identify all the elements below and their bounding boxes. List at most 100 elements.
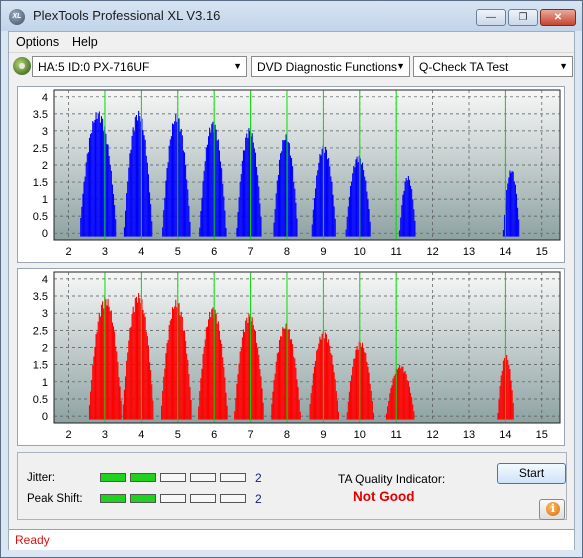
data-bar	[222, 183, 224, 237]
title-bar[interactable]: XL PlexTools Professional XL V3.16 — ❐ ✕	[1, 1, 582, 31]
data-bar	[316, 350, 318, 420]
data-bar	[162, 390, 164, 420]
data-bar	[151, 384, 153, 420]
data-bar	[406, 380, 408, 420]
data-bar	[210, 317, 212, 420]
data-bar	[83, 181, 85, 237]
data-bar	[111, 322, 113, 420]
info-button[interactable]: i	[539, 499, 565, 520]
data-bar	[105, 299, 107, 420]
data-bar	[511, 390, 513, 420]
data-bar	[200, 378, 202, 420]
data-bar	[223, 367, 225, 420]
test-select[interactable]: Q-Check TA Test ▼	[413, 56, 573, 77]
data-bar	[161, 405, 163, 420]
x-tick-label: 12	[426, 429, 438, 441]
data-bar	[370, 390, 372, 420]
test-select-value: Q-Check TA Test	[419, 60, 509, 74]
x-tick-label: 5	[175, 246, 181, 258]
data-bar	[240, 174, 242, 237]
data-bar	[126, 193, 128, 237]
x-tick-label: 15	[536, 246, 548, 258]
data-bar	[94, 119, 96, 237]
data-bar	[212, 121, 214, 237]
x-tick-label: 13	[463, 246, 475, 258]
data-bar	[126, 360, 128, 420]
y-tick-label: 1	[42, 194, 48, 206]
x-tick-label: 2	[65, 429, 71, 441]
data-bar	[261, 388, 263, 420]
data-bar	[246, 317, 248, 420]
data-bar	[202, 353, 204, 420]
start-button[interactable]: Start	[497, 463, 566, 484]
data-bar	[248, 128, 250, 237]
function-select[interactable]: DVD Diagnostic Functions ▼	[251, 56, 410, 77]
data-bar	[285, 134, 287, 237]
data-bar	[80, 217, 82, 237]
data-bar	[168, 145, 170, 237]
data-bar	[348, 391, 350, 420]
data-bar	[146, 336, 148, 420]
data-bar	[254, 330, 257, 420]
data-bar	[221, 343, 223, 420]
menu-help[interactable]: Help	[72, 35, 98, 49]
data-bar	[169, 320, 171, 420]
data-bar	[109, 311, 111, 420]
data-bar	[258, 354, 260, 420]
data-bar	[252, 325, 254, 420]
data-bar	[189, 221, 191, 237]
data-bar	[366, 361, 368, 420]
data-bar	[513, 181, 515, 237]
x-tick-label: 3	[102, 429, 108, 441]
data-bar	[323, 338, 325, 420]
data-bar	[130, 149, 132, 237]
maximize-button[interactable]: ❐	[508, 9, 538, 26]
data-bar	[388, 400, 390, 420]
data-bar	[114, 204, 116, 237]
x-tick-label: 10	[354, 429, 366, 441]
y-tick-label: 0.5	[33, 211, 48, 223]
jitter-meter-segment	[100, 473, 126, 482]
data-bar	[404, 181, 406, 237]
data-bar	[210, 132, 212, 237]
data-bar	[186, 179, 188, 237]
data-bar	[391, 385, 393, 420]
data-bar	[133, 312, 135, 420]
data-bar	[183, 152, 186, 237]
data-bar	[251, 133, 253, 237]
data-bar	[215, 129, 217, 237]
data-bar	[348, 196, 350, 237]
data-bar	[107, 298, 109, 420]
x-tick-label: 8	[284, 429, 290, 441]
data-bar	[327, 159, 329, 237]
x-tick-label: 2	[65, 246, 71, 258]
data-bar	[145, 155, 147, 237]
data-bar	[142, 309, 144, 420]
data-bar	[108, 306, 110, 420]
close-button[interactable]: ✕	[540, 9, 576, 26]
data-bar	[199, 227, 201, 237]
data-bar	[150, 204, 152, 237]
data-bar	[277, 174, 279, 237]
x-tick-label: 3	[102, 246, 108, 258]
data-bar	[319, 336, 321, 420]
data-bar	[503, 358, 506, 420]
drive-select[interactable]: HA:5 ID:0 PX-716UF ▼	[32, 56, 247, 77]
data-bar	[96, 118, 98, 237]
disc-drive-icon	[13, 57, 31, 75]
minimize-button[interactable]: —	[476, 9, 506, 26]
data-bar	[295, 367, 297, 420]
data-bar	[336, 400, 338, 420]
data-bar	[182, 330, 184, 420]
menu-options[interactable]: Options	[16, 35, 59, 49]
data-bar	[142, 129, 144, 237]
data-bar	[330, 176, 332, 237]
data-bar	[117, 361, 119, 420]
data-bar	[134, 116, 136, 237]
data-bar	[368, 209, 370, 237]
data-bar	[328, 339, 330, 420]
data-bar	[276, 180, 278, 237]
upper-chart-svg: 0 0.5 1 1.5 2 2.5 3 3.5 4 2 3 4 5 6 7 8 9 10 11 12 13 14 15	[33, 89, 561, 258]
data-bar	[278, 339, 281, 420]
status-text: Ready	[15, 533, 50, 547]
